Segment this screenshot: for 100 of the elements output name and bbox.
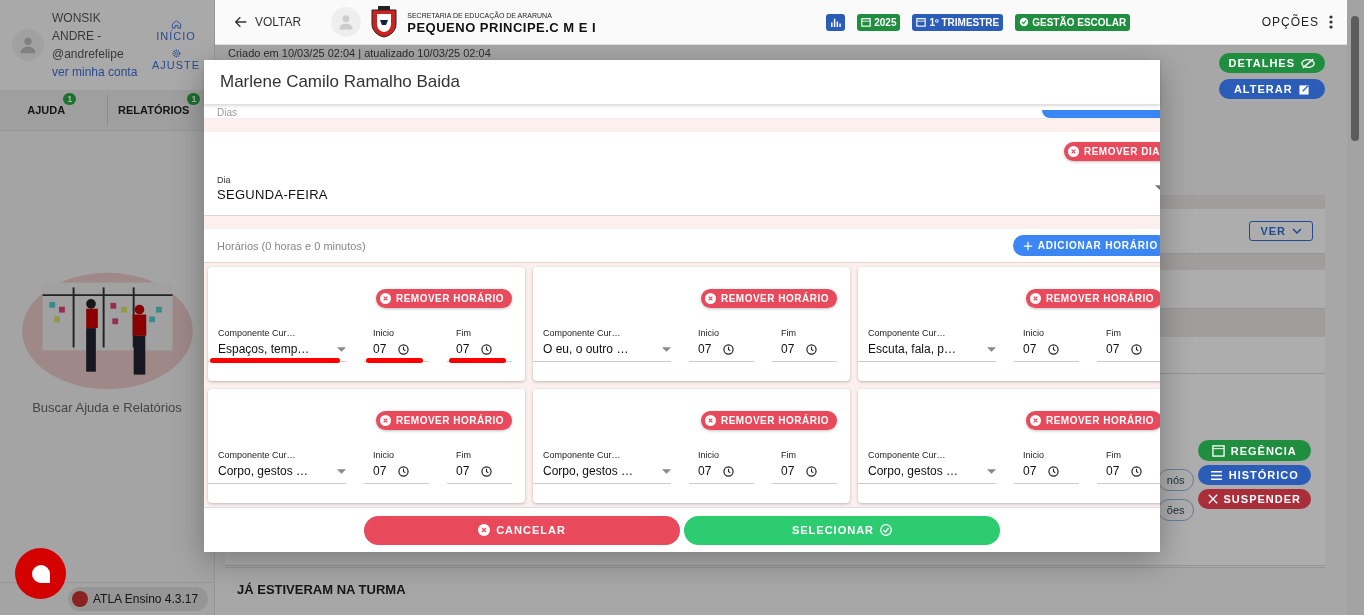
- end-time-field[interactable]: Fim 07: [1097, 450, 1160, 484]
- close-circle-icon: [1029, 415, 1041, 426]
- end-time-field[interactable]: Fim 07: [447, 328, 512, 362]
- clock-icon: [1048, 343, 1060, 355]
- clock-icon: [481, 465, 493, 477]
- close-circle-icon: [704, 293, 716, 304]
- caret-icon: [337, 346, 346, 352]
- plus-icon: [1022, 240, 1033, 251]
- status-chip[interactable]: 2025: [857, 13, 901, 31]
- action-button[interactable]: HISTÓRICO: [1197, 465, 1311, 485]
- status-chip[interactable]: GESTÃO ESCOLAR: [1015, 13, 1131, 31]
- caret-icon: [987, 468, 996, 474]
- chevron-down-icon: [1292, 228, 1302, 234]
- clock-icon: [398, 343, 410, 355]
- cancel-button[interactable]: CANCELAR: [364, 515, 680, 545]
- remove-slot-button[interactable]: REMOVER HORÁRIO: [700, 411, 837, 430]
- close-icon: [1207, 494, 1218, 504]
- avatar-icon: [12, 29, 44, 61]
- close-circle-icon: [478, 524, 491, 536]
- start-time-field[interactable]: Inicio 07: [689, 328, 754, 362]
- options-menu-button[interactable]: OPÇÕES: [1255, 14, 1339, 30]
- start-time-field[interactable]: Inicio 07: [364, 450, 429, 484]
- component-select[interactable]: Componente Cur… O eu, o outro …: [533, 328, 671, 362]
- empty-state-text: Buscar Ajuda e Relatórios: [32, 400, 182, 415]
- calendar-icon: [1211, 444, 1225, 457]
- remove-slot-button[interactable]: REMOVER HORÁRIO: [375, 289, 512, 308]
- nav-link[interactable]: AJUSTE: [152, 48, 201, 71]
- settings-icon: [170, 48, 182, 59]
- close-circle-icon: [379, 415, 391, 426]
- end-time-field[interactable]: Fim 07: [447, 450, 512, 484]
- user-handle: @andrefelipe: [52, 46, 125, 63]
- ver-dropdown-button[interactable]: VER: [1249, 221, 1313, 241]
- highlight-underline: [366, 358, 423, 363]
- end-time-field[interactable]: Fim 07: [772, 450, 837, 484]
- clock-icon: [806, 465, 818, 477]
- back-button[interactable]: VOLTAR: [227, 13, 308, 31]
- day-select[interactable]: Dia SEGUNDA-FEIRA: [217, 175, 1160, 202]
- timestamp-text: Criado em 10/03/25 02:04 | atualizado 10/03/25 02:04: [228, 47, 491, 59]
- sidebar-tab[interactable]: AJUDA 1: [0, 95, 108, 125]
- end-time-field[interactable]: Fim 07: [772, 328, 837, 362]
- close-circle-icon: [1029, 293, 1041, 304]
- version-chip: ATLA Ensino 4.3.17: [68, 587, 209, 611]
- highlight-underline: [449, 358, 506, 363]
- start-time-field[interactable]: Inicio 07: [1014, 450, 1079, 484]
- avatar-icon: [331, 7, 362, 37]
- remove-slot-button[interactable]: REMOVER HORÁRIO: [375, 411, 512, 430]
- calendar-icon: [861, 17, 872, 27]
- clock-icon: [806, 343, 818, 355]
- end-time-field[interactable]: Fim 07: [1097, 328, 1160, 362]
- remove-day-button[interactable]: REMOVER DIA: [1063, 142, 1160, 161]
- arrow-left-icon: [233, 14, 249, 30]
- status-chip[interactable]: [826, 13, 846, 31]
- dialog-title: Marlene Camilo Ramalho Baida: [220, 72, 460, 92]
- component-select[interactable]: Componente Cur… Escuta, fala, p…: [858, 328, 996, 362]
- start-time-field[interactable]: Inicio 07: [689, 450, 754, 484]
- calendar-icon: [916, 17, 927, 27]
- caret-icon: [337, 468, 346, 474]
- scrollbar[interactable]: [1347, 0, 1364, 615]
- action-button[interactable]: REGÊNCIA: [1197, 440, 1311, 461]
- chat-bubble-icon: [30, 563, 51, 584]
- clock-icon: [723, 465, 735, 477]
- action-button[interactable]: SUSPENDER: [1197, 489, 1311, 509]
- clock-icon: [398, 465, 410, 477]
- coat-of-arms-icon: [369, 6, 400, 38]
- remove-slot-button[interactable]: REMOVER HORÁRIO: [700, 289, 837, 308]
- logo-icon: [72, 591, 88, 607]
- clock-icon: [1131, 465, 1143, 477]
- component-select[interactable]: Componente Cur… Corpo, gestos …: [533, 450, 671, 484]
- remove-slot-button[interactable]: REMOVER HORÁRIO: [1025, 289, 1160, 308]
- check-circle-icon: [880, 524, 893, 536]
- clock-icon: [1048, 465, 1060, 477]
- component-select[interactable]: Componente Cur… Corpo, gestos …: [208, 450, 346, 484]
- account-link[interactable]: ver minha conta: [52, 63, 144, 81]
- eye-off-icon: [1301, 57, 1315, 69]
- home-icon: [170, 19, 182, 30]
- count-badge: 1: [63, 93, 77, 105]
- list-icon: [1209, 469, 1223, 481]
- close-circle-icon: [704, 415, 716, 426]
- caret-icon: [662, 468, 671, 474]
- start-time-field[interactable]: Inicio 07: [1014, 328, 1079, 362]
- add-hour-button[interactable]: ADICIONAR HORÁRIO: [1012, 235, 1160, 256]
- clock-icon: [481, 343, 493, 355]
- user-name: WONSIK ANDRE -: [52, 10, 103, 45]
- bar-chart-icon: [830, 16, 842, 28]
- status-chip[interactable]: 1º TRIMESTRE: [912, 13, 1004, 31]
- nav-link[interactable]: INÍCIO: [156, 19, 196, 42]
- remove-slot-button[interactable]: REMOVER HORÁRIO: [1025, 411, 1160, 430]
- clock-icon: [1131, 343, 1143, 355]
- field-label: Dias: [217, 108, 237, 118]
- count-badge: 1: [187, 93, 201, 105]
- close-circle-icon: [379, 293, 391, 304]
- component-select[interactable]: Componente Cur… Corpo, gestos …: [858, 450, 996, 484]
- close-circle-icon: [1067, 146, 1079, 157]
- edit-icon: [1298, 83, 1310, 95]
- component-select[interactable]: Componente Cur… Espaços, temp…: [208, 328, 346, 362]
- caret-icon: [987, 346, 996, 352]
- start-time-field[interactable]: Inicio 07: [364, 328, 429, 362]
- action-button[interactable]: ALTERAR: [1218, 79, 1325, 99]
- section-title: JÁ ESTIVERAM NA TURMA: [225, 567, 1325, 611]
- action-button[interactable]: DETALHES: [1218, 53, 1325, 73]
